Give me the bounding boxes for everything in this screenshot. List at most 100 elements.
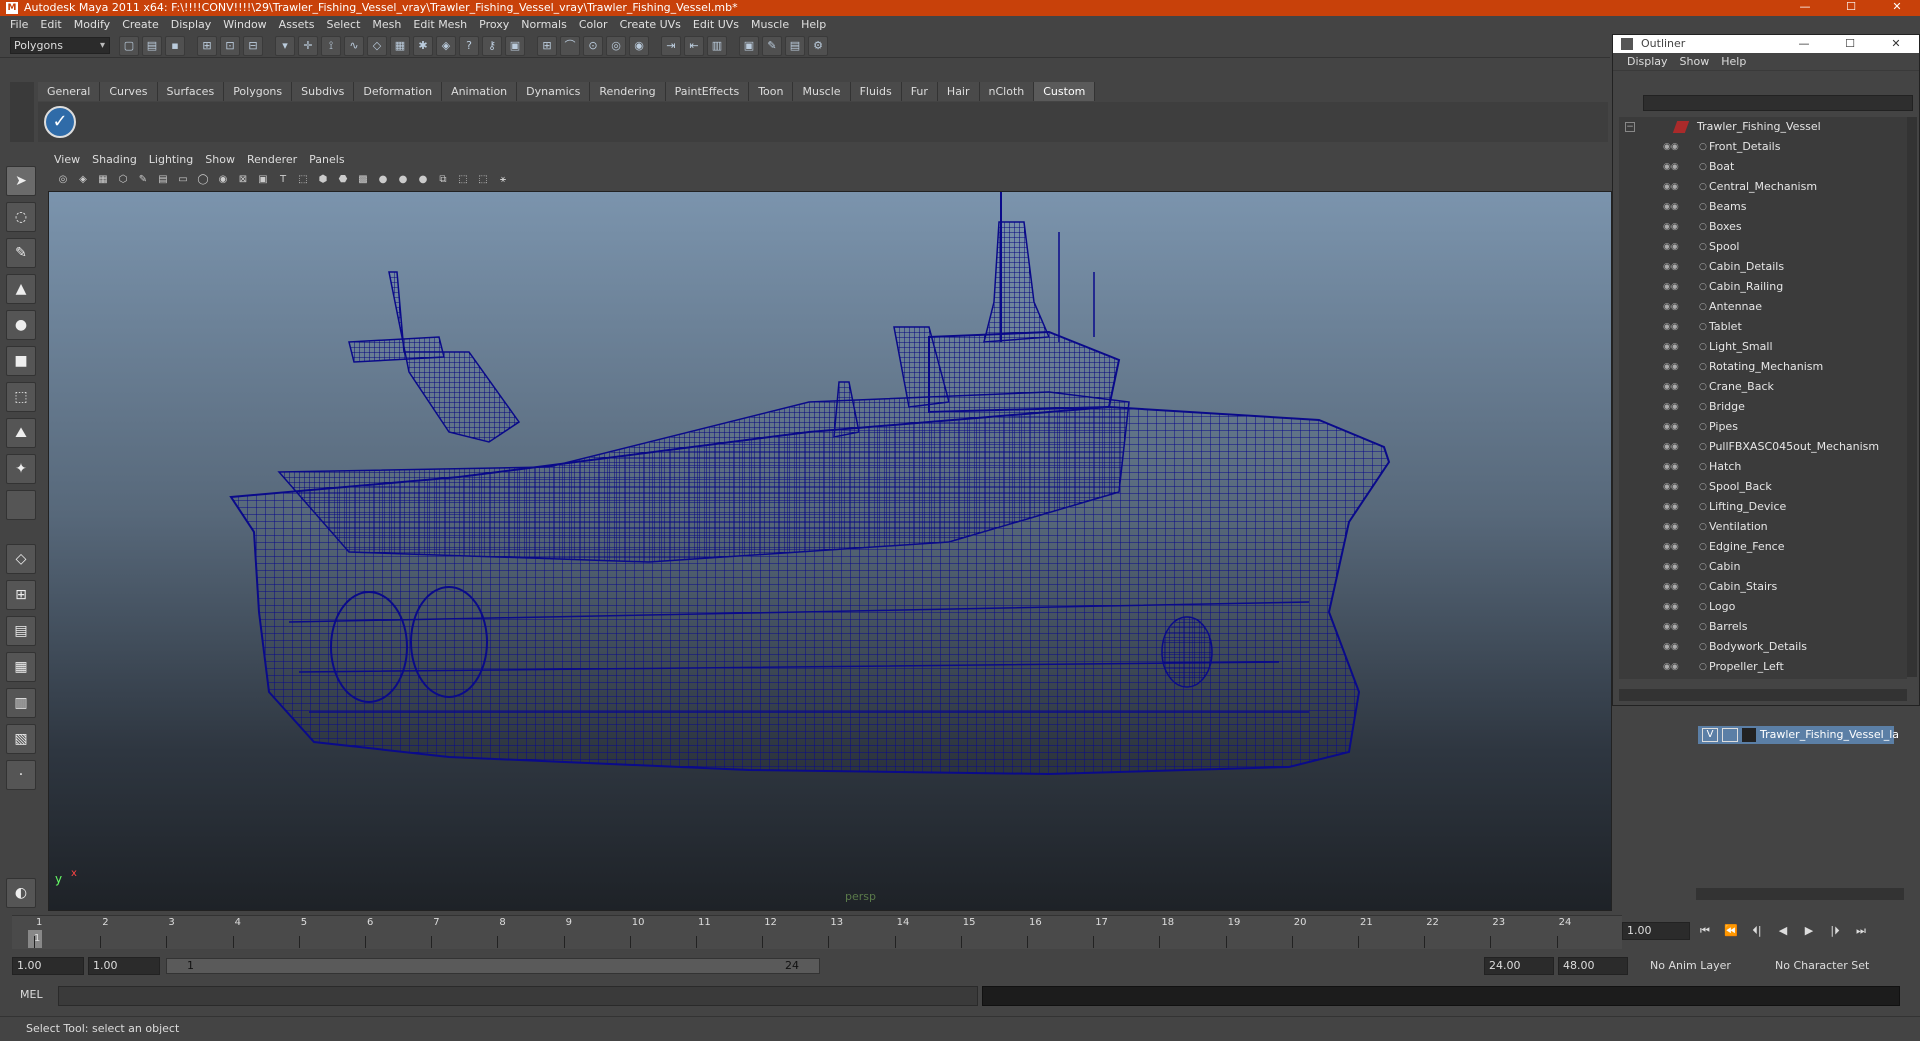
image-plane-icon[interactable]: ▦ [94,172,112,188]
render-settings-icon[interactable]: ⚙ [808,35,828,56]
grid-toggle-icon[interactable]: ▤ [154,172,172,188]
field-chart-icon[interactable]: ⊠ [234,172,252,188]
outliner-item[interactable]: ◉◉ ○ Pipes [1619,417,1907,437]
close-button[interactable]: ✕ [1874,0,1920,16]
select-dynamics-icon[interactable]: ✱ [413,35,433,56]
construction-history-icon[interactable]: ▥ [707,35,727,56]
select-surfaces-icon[interactable]: ◇ [367,35,387,56]
checkmark-shelf-icon[interactable]: ✓ [44,106,76,138]
select-deformations-icon[interactable]: ▦ [390,35,410,56]
tab-dynamics[interactable]: Dynamics [517,82,591,101]
persp-graph-layout-icon[interactable]: ▦ [6,652,36,682]
perspective-viewport[interactable]: persp y x [48,191,1612,911]
display-layer-row[interactable]: V Trawler_Fishing_Vessel_la [1698,726,1899,744]
tab-fluids[interactable]: Fluids [850,82,902,101]
playback-end-field[interactable]: 24.00 [1484,957,1554,975]
safe-action-icon[interactable]: ▣ [254,172,272,188]
outliner-menu-help[interactable]: Help [1715,55,1752,68]
command-input[interactable] [58,986,978,1006]
menu-edit-uvs[interactable]: Edit UVs [687,18,745,31]
play-forward-button[interactable]: ▶ [1798,922,1820,940]
camera-attributes-icon[interactable]: ◎ [54,172,72,188]
outliner-item[interactable]: ◉◉ ○ Propeller_Left [1619,657,1907,677]
outliner-filter-field[interactable] [1643,95,1913,111]
step-back-frame-button[interactable]: ⏴| [1746,922,1768,940]
select-misc-icon[interactable]: ? [459,35,479,56]
outliner-item[interactable]: ◉◉ ○ Beams [1619,197,1907,217]
select-curves-icon[interactable]: ∿ [344,35,364,56]
command-language-label[interactable]: MEL [20,988,43,1001]
layer-scrollbar[interactable] [1696,888,1904,900]
layer-color-swatch[interactable] [1742,728,1756,742]
tab-curves[interactable]: Curves [100,82,158,101]
tab-painteffects[interactable]: PaintEffects [665,82,750,101]
menu-help[interactable]: Help [795,18,832,31]
gate-mask-icon[interactable]: ◉ [214,172,232,188]
outliner-item[interactable]: ◉◉ ○ Spool [1619,237,1907,257]
outliner-item[interactable]: ◉◉ ○ Central_Mechanism [1619,177,1907,197]
render-view-icon[interactable]: ▣ [739,35,759,56]
select-component-icon[interactable]: ⊟ [243,35,263,56]
playback-start-field[interactable]: 1.00 [88,957,160,975]
film-gate-icon[interactable]: ▭ [174,172,192,188]
current-time-field[interactable]: 1.00 [1622,922,1690,940]
panel-menu-lighting[interactable]: Lighting [143,152,199,168]
outliner-item[interactable]: ◉◉ ○ Front_Details [1619,137,1907,157]
outliner-item[interactable]: ◉◉ ○ Logo [1619,597,1907,617]
outliner-item[interactable]: ◉◉ ○ Boxes [1619,217,1907,237]
maximize-button[interactable]: ☐ [1828,0,1874,16]
outliner-item[interactable]: ◉◉ ○ Edgine_Fence [1619,537,1907,557]
wireframe-on-shaded-icon[interactable]: ⬣ [334,172,352,188]
collapse-icon[interactable]: − [1625,122,1635,132]
input-ops-icon[interactable]: ⇥ [661,35,681,56]
menu-assets[interactable]: Assets [273,18,321,31]
anim-layer-selector[interactable]: No Anim Layer [1650,957,1731,975]
outliner-item[interactable]: ◉◉ ○ Spool_Back [1619,477,1907,497]
open-scene-icon[interactable]: ▤ [142,35,162,56]
tab-polygons[interactable]: Polygons [224,82,293,101]
outliner-item[interactable]: ◉◉ ○ Light_Small [1619,337,1907,357]
textured-icon[interactable]: ▩ [354,172,372,188]
outliner-item[interactable]: ◉◉ ○ Lifting_Device [1619,497,1907,517]
render-current-frame-icon[interactable]: ✎ [762,35,782,56]
tab-custom[interactable]: Custom [1034,82,1096,101]
backface-culling-icon[interactable]: ⚹ [494,172,512,188]
outliner-maximize-button[interactable]: ☐ [1827,35,1873,53]
four-view-layout-icon[interactable]: ⊞ [6,580,36,610]
menu-display[interactable]: Display [165,18,218,31]
animation-start-field[interactable]: 1.00 [12,957,84,975]
bookmark-icon[interactable]: ◈ [74,172,92,188]
outliner-item[interactable]: ◉◉ ○ Boat [1619,157,1907,177]
tab-animation[interactable]: Animation [442,82,518,101]
new-scene-icon[interactable]: ▢ [119,35,139,56]
tab-subdivs[interactable]: Subdivs [292,82,355,101]
outliner-menu-show[interactable]: Show [1674,55,1716,68]
select-hierarchy-icon[interactable]: ⊞ [197,35,217,56]
tab-rendering[interactable]: Rendering [590,82,666,101]
minimize-button[interactable]: — [1782,0,1828,16]
snap-view-plane-icon[interactable]: ◎ [606,35,626,56]
scale-tool-icon[interactable]: ■ [6,346,36,376]
menu-edit[interactable]: Edit [34,18,67,31]
layer-display-type-toggle[interactable] [1722,728,1738,742]
outliner-root-item[interactable]: − Trawler_Fishing_Vessel [1619,117,1907,137]
universal-manipulator-icon[interactable]: ⬚ [6,382,36,412]
ipr-render-icon[interactable]: ▤ [785,35,805,56]
make-live-icon[interactable]: ◉ [629,35,649,56]
snap-point-icon[interactable]: ⊙ [583,35,603,56]
tab-muscle[interactable]: Muscle [793,82,851,101]
isolate-select-icon[interactable]: ⧉ [434,172,452,188]
outliner-item[interactable]: ◉◉ ○ Rotating_Mechanism [1619,357,1907,377]
outliner-item[interactable]: ◉◉ ○ Cabin_Railing [1619,277,1907,297]
outliner-horizontal-scrollbar[interactable] [1619,689,1907,701]
outliner-minimize-button[interactable]: — [1781,35,1827,53]
menu-color[interactable]: Color [573,18,614,31]
character-set-selector[interactable]: No Character Set [1775,957,1869,975]
last-tool-icon[interactable] [6,490,36,520]
menu-file[interactable]: File [4,18,34,31]
highlight-selection-icon[interactable]: ▣ [505,35,525,56]
step-back-key-button[interactable]: ⏪ [1720,922,1742,940]
resolution-gate-icon[interactable]: ◯ [194,172,212,188]
snap-grid-icon[interactable]: ⊞ [537,35,557,56]
lock-selection-icon[interactable]: ⚷ [482,35,502,56]
